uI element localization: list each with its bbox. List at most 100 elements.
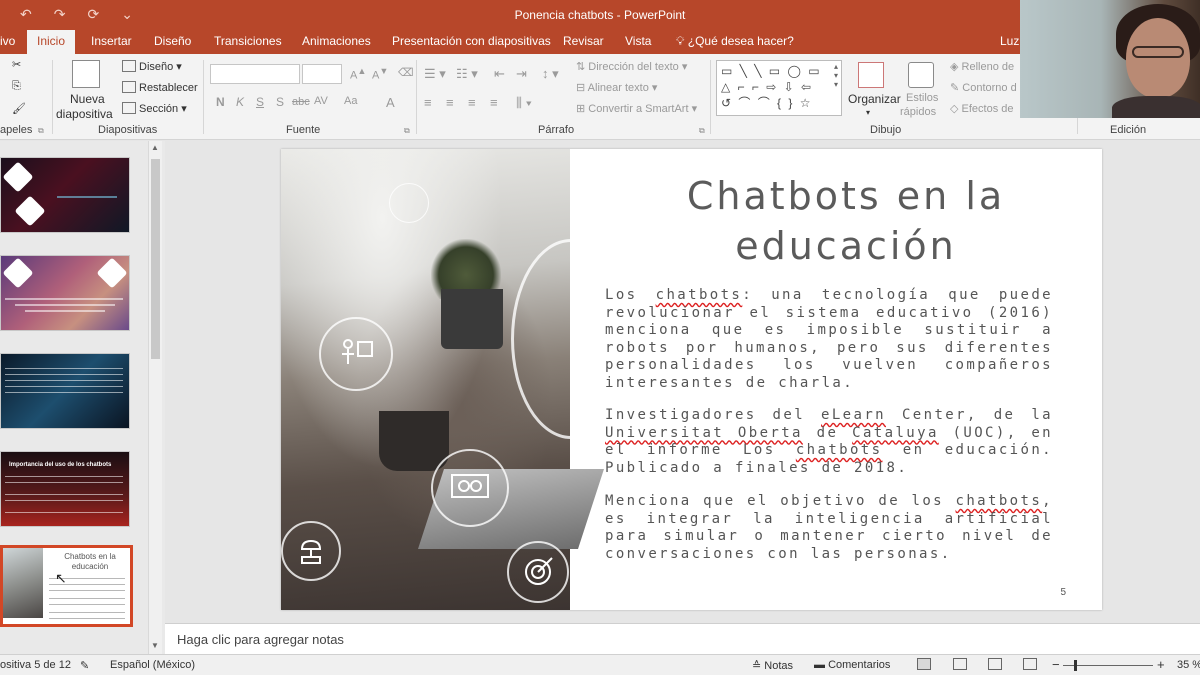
- quick-styles-label-2[interactable]: rápidos: [900, 106, 936, 118]
- layout-icon: [122, 60, 136, 72]
- new-slide-icon[interactable]: [72, 60, 100, 88]
- status-bar: ositiva 5 de 12 ✎ Español (México) ≙ Not…: [0, 654, 1200, 675]
- mouse-cursor-icon: ↖: [55, 570, 67, 586]
- thumbnail-photo: [3, 548, 43, 618]
- slide-title[interactable]: Chatbots en la educación: [611, 171, 1081, 271]
- section-button[interactable]: Sección ▾: [122, 102, 187, 115]
- text-direction-button[interactable]: ⇅ Dirección del texto ▾: [576, 60, 687, 73]
- tab-insertar[interactable]: Insertar: [91, 34, 132, 48]
- line-spacing-icon[interactable]: ↕ ▾: [542, 66, 559, 82]
- slide-thumbnail-5-selected[interactable]: Chatbots en la educación ↖: [0, 545, 133, 627]
- font-dialog-launcher-icon[interactable]: ⧉: [404, 126, 410, 136]
- shape-fill-button[interactable]: ◈ Relleno de: [950, 60, 1014, 73]
- char-spacing-button[interactable]: AV: [314, 95, 328, 107]
- language-indicator[interactable]: Español (México): [110, 659, 195, 671]
- smartart-button[interactable]: ⊞ Convertir a SmartArt ▾: [576, 102, 697, 115]
- arrange-button[interactable]: Organizar: [848, 92, 901, 106]
- cut-icon[interactable]: ✂: [12, 58, 21, 71]
- align-right-icon[interactable]: ≡: [468, 95, 476, 110]
- decrease-indent-icon[interactable]: ⇤: [494, 66, 505, 82]
- layout-button[interactable]: Diseño ▾: [122, 60, 182, 73]
- align-text-label: Alinear texto: [587, 82, 649, 94]
- format-painter-icon[interactable]: 🖌︎: [12, 102, 26, 115]
- tab-archivo[interactable]: ivo: [0, 34, 15, 48]
- slide-paragraph-2[interactable]: Investigadores del eLearn Center, de la …: [605, 407, 1053, 477]
- shrink-font-icon[interactable]: A▼: [372, 66, 388, 82]
- dialog-launcher-icon[interactable]: ⧉: [38, 126, 44, 136]
- columns-icon[interactable]: ⫼ ▾: [516, 95, 532, 111]
- tell-me-search[interactable]: 💡︎ ¿Qué desea hacer?: [676, 34, 794, 49]
- zoom-out-button[interactable]: −: [1052, 657, 1060, 672]
- slide-paragraph-3[interactable]: Menciona que el objetivo de los chatbots…: [605, 493, 1053, 563]
- grow-font-icon[interactable]: A▲: [350, 66, 366, 82]
- shadow-button[interactable]: S: [276, 95, 284, 109]
- new-slide-label-2[interactable]: diapositiva: [56, 107, 113, 121]
- reset-label: Restablecer: [139, 82, 198, 94]
- tab-presentacion[interactable]: Presentación con diapositivas: [392, 34, 551, 48]
- gallery-scroll-icon[interactable]: ▴ ▾ ▾: [834, 62, 838, 89]
- slide-thumbnail-4[interactable]: Importancia del uso de los chatbots: [0, 451, 130, 527]
- tab-revisar[interactable]: Revisar: [563, 34, 604, 48]
- slide-thumbnail-2[interactable]: [0, 255, 130, 331]
- scrollbar-thumb[interactable]: [151, 159, 160, 359]
- arrange-icon[interactable]: [858, 62, 884, 88]
- scroll-down-icon[interactable]: ▼: [151, 641, 159, 650]
- font-name-input[interactable]: [210, 64, 300, 84]
- paragraph-dialog-launcher-icon[interactable]: ⧉: [699, 126, 705, 136]
- zoom-level[interactable]: 35 %: [1177, 659, 1200, 671]
- tab-diseno[interactable]: Diseño: [154, 34, 191, 48]
- comments-button[interactable]: ▬ Comentarios: [814, 659, 890, 671]
- slide-title-text: Chatbots en la educación: [686, 174, 1006, 268]
- bullets-icon[interactable]: ☰ ▾: [424, 66, 446, 82]
- shape-outline-button[interactable]: ✎ Contorno d: [950, 81, 1017, 94]
- align-left-icon[interactable]: ≡: [424, 95, 432, 110]
- notes-label: Notas: [764, 660, 794, 672]
- shape-effects-label: Efectos de: [961, 103, 1014, 115]
- quick-styles-label[interactable]: Estilos: [906, 92, 938, 104]
- increase-indent-icon[interactable]: ⇥: [516, 66, 527, 82]
- align-text-button[interactable]: ⊟ Alinear texto ▾: [576, 81, 657, 94]
- slide-thumbnails-panel: Importancia del uso de los chatbots Chat…: [0, 141, 165, 654]
- slideshow-view-icon[interactable]: [1023, 658, 1037, 670]
- zoom-slider-knob[interactable]: [1074, 660, 1077, 671]
- justify-icon[interactable]: ≡: [490, 95, 498, 110]
- thumbnails-scrollbar[interactable]: ▲ ▼: [148, 141, 162, 654]
- tab-inicio[interactable]: Inicio: [27, 30, 76, 54]
- slide-number: 5: [1060, 587, 1066, 598]
- pot-image: [441, 289, 503, 349]
- shapes-gallery[interactable]: ▭ ╲ ╲ ▭ ◯ ▭ △ ⌐ ⌐ ⇨ ⇩ ⇦ ↺ ⌒ ⌒ { } ☆: [716, 60, 842, 116]
- numbering-icon[interactable]: ☷ ▾: [456, 66, 478, 82]
- tab-vista[interactable]: Vista: [625, 34, 651, 48]
- scroll-up-icon[interactable]: ▲: [151, 143, 159, 152]
- tab-animaciones[interactable]: Animaciones: [302, 34, 371, 48]
- shape-effects-button[interactable]: ◇ Efectos de: [950, 102, 1014, 115]
- normal-view-icon[interactable]: [917, 658, 931, 670]
- align-center-icon[interactable]: ≡: [446, 95, 454, 110]
- copy-icon[interactable]: ⎘: [12, 80, 21, 93]
- slide-paragraph-1[interactable]: Los chatbots: una tecnología que puede r…: [605, 287, 1053, 393]
- tab-transiciones[interactable]: Transiciones: [214, 34, 282, 48]
- quick-styles-icon[interactable]: [908, 62, 934, 88]
- slide-thumbnail-3[interactable]: [0, 353, 130, 429]
- notes-button[interactable]: ≙ Notas: [752, 659, 793, 672]
- clear-format-icon[interactable]: ⌫: [398, 66, 414, 79]
- font-color-button[interactable]: A: [386, 95, 395, 110]
- slide-sorter-view-icon[interactable]: [953, 658, 967, 670]
- new-slide-label[interactable]: Nueva: [70, 92, 105, 106]
- current-slide[interactable]: Chatbots en la educación Los chatbots: u…: [281, 149, 1102, 610]
- arrange-dropdown-icon[interactable]: ▾: [866, 108, 870, 117]
- underline-button[interactable]: S: [256, 95, 264, 109]
- strikethrough-button[interactable]: abc: [292, 96, 310, 108]
- italic-button[interactable]: K: [236, 95, 244, 109]
- user-name[interactable]: Luz: [1000, 34, 1019, 48]
- notes-placeholder[interactable]: Haga clic para agregar notas: [177, 632, 344, 647]
- zoom-in-button[interactable]: +: [1157, 657, 1165, 672]
- reading-view-icon[interactable]: [988, 658, 1002, 670]
- reset-button[interactable]: Restablecer: [122, 81, 198, 94]
- slide-thumbnail-1[interactable]: [0, 157, 130, 233]
- font-size-input[interactable]: [302, 64, 342, 84]
- change-case-button[interactable]: Aa: [344, 95, 357, 107]
- bold-button[interactable]: N: [216, 95, 225, 109]
- notes-pane[interactable]: Haga clic para agregar notas: [165, 623, 1200, 654]
- spelling-check-icon[interactable]: ✎: [80, 659, 89, 672]
